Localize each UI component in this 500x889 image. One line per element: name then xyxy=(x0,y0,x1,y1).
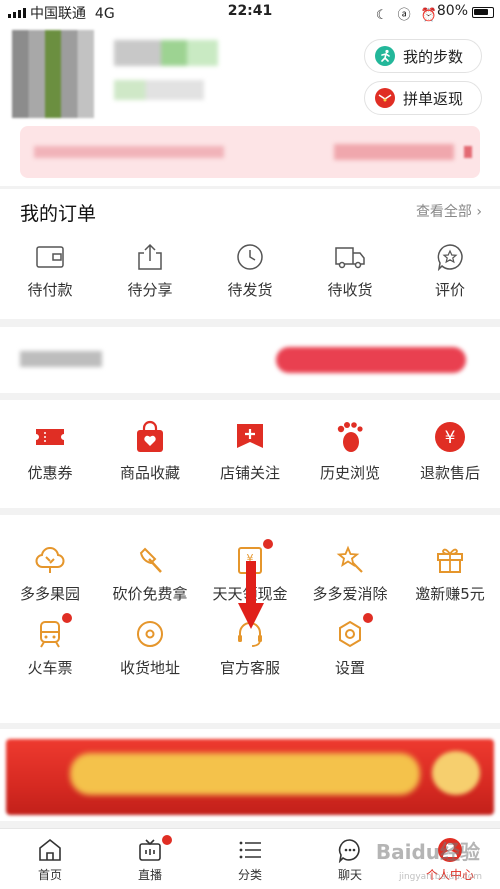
duoduo-orchard-item[interactable]: 多多果园 xyxy=(0,545,100,604)
tv-icon xyxy=(139,839,161,861)
blurred-username xyxy=(114,40,218,66)
profile-header: 我的步数 拼单返现 xyxy=(0,26,500,186)
battery-icon xyxy=(472,7,494,18)
settings-item[interactable]: 设置 xyxy=(300,613,400,678)
avatar[interactable] xyxy=(12,30,94,118)
truck-icon xyxy=(335,247,365,269)
star-comment-icon xyxy=(437,244,463,271)
order-pending-shipment[interactable]: 待发货 xyxy=(200,243,300,300)
blurred-notice-banner[interactable] xyxy=(20,126,480,178)
red-envelope-icon xyxy=(375,88,395,108)
order-pending-share[interactable]: 待分享 xyxy=(100,243,200,300)
favorite-bag-icon xyxy=(137,420,163,452)
settings-icon xyxy=(339,620,361,648)
share-icon xyxy=(138,243,162,270)
my-orders-title: 我的订单 xyxy=(20,203,97,225)
tab-live[interactable]: 直播 xyxy=(100,829,200,889)
my-steps-button[interactable]: 我的步数 xyxy=(364,39,482,73)
coupon-icon xyxy=(36,429,64,445)
bargain-free-item[interactable]: 砍价免费拿 xyxy=(100,545,200,604)
order-review[interactable]: 评价 xyxy=(400,243,500,300)
arrow-down-annotation-icon xyxy=(238,561,264,629)
favorites-item[interactable]: 商品收藏 xyxy=(100,420,200,483)
location-icon xyxy=(137,621,163,647)
refund-aftersale-item[interactable]: ¥ 退款售后 xyxy=(400,420,500,483)
blurred-promo-strip[interactable] xyxy=(0,327,500,393)
train-tickets-item[interactable]: 火车票 xyxy=(0,613,100,678)
axe-icon xyxy=(139,547,162,573)
running-icon xyxy=(375,46,395,66)
footprint-icon xyxy=(337,422,363,452)
order-pending-receipt[interactable]: 待收货 xyxy=(300,243,400,300)
gift-icon xyxy=(437,548,463,573)
train-icon xyxy=(40,621,60,648)
my-orders-section: 我的订单 查看全部 › 待付款 待分享 待发货 待收货 评价 xyxy=(0,189,500,319)
coupons-item[interactable]: 优惠券 xyxy=(0,420,100,483)
battery-percent: 80% xyxy=(436,3,468,19)
tree-icon xyxy=(35,546,65,573)
baidu-watermark: Baidu经验 xyxy=(375,840,480,864)
notification-dot xyxy=(263,539,273,549)
star-wand-icon xyxy=(336,545,363,573)
status-icons: ☾ ⓐ ⏰ xyxy=(375,8,440,23)
followed-shops-item[interactable]: 店铺关注 xyxy=(200,420,300,483)
my-steps-label: 我的步数 xyxy=(403,47,464,66)
notification-dot xyxy=(363,613,373,623)
group-cashback-label: 拼单返现 xyxy=(403,89,464,108)
notification-dot xyxy=(62,613,72,623)
services-section: 优惠券 商品收藏 店铺关注 历史浏览 ¥ 退款售后 xyxy=(0,400,500,508)
status-bar: 中国联通 4G 22:41 ☾ ⓐ ⏰ 80% xyxy=(0,0,500,26)
baidu-watermark-url: jingyan.baidu.com xyxy=(398,872,482,882)
shipping-address-item[interactable]: 收货地址 xyxy=(100,619,200,678)
wallet-icon xyxy=(36,246,64,268)
group-cashback-button[interactable]: 拼单返现 xyxy=(364,81,482,115)
refund-icon: ¥ xyxy=(435,422,465,452)
chat-icon xyxy=(338,839,360,863)
list-icon xyxy=(239,841,261,859)
tab-home[interactable]: 首页 xyxy=(0,829,100,889)
invite-earn-item[interactable]: 邀新赚5元 xyxy=(400,545,500,604)
clock-icon xyxy=(237,244,263,270)
home-icon xyxy=(39,838,61,861)
browse-history-item[interactable]: 历史浏览 xyxy=(300,420,400,483)
notification-dot xyxy=(162,835,172,845)
blurred-user-info xyxy=(114,80,204,100)
view-all-orders-link[interactable]: 查看全部 › xyxy=(416,201,482,221)
svg-text:¥: ¥ xyxy=(445,428,456,448)
blurred-promo-banner[interactable] xyxy=(0,729,500,821)
duoduo-match-item[interactable]: 多多爱消除 xyxy=(300,545,400,604)
shop-follow-icon xyxy=(237,424,263,448)
tab-category[interactable]: 分类 xyxy=(200,829,300,889)
order-pending-payment[interactable]: 待付款 xyxy=(0,243,100,300)
